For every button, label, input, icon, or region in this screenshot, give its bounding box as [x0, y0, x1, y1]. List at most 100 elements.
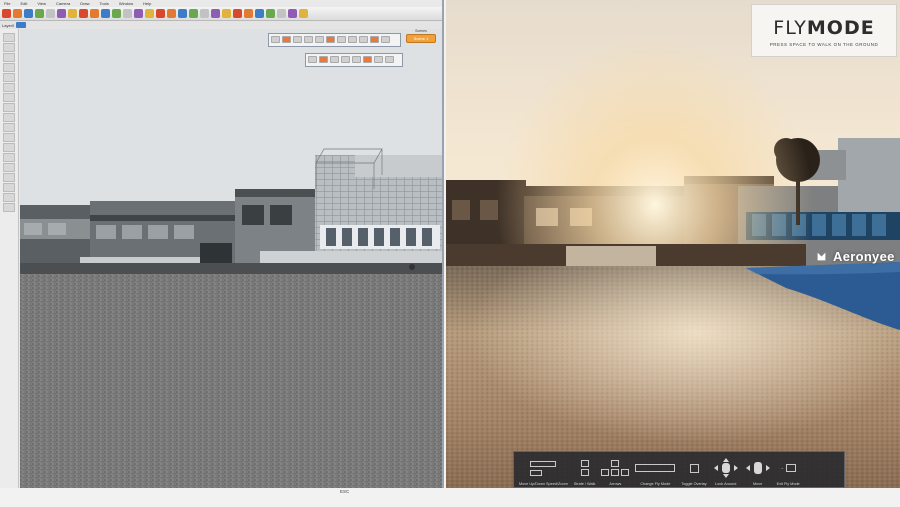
- menu-item[interactable]: View: [37, 0, 46, 7]
- control-caption: Look Around: [715, 482, 737, 486]
- wasd-keys-icon: [580, 456, 589, 480]
- pan-icon[interactable]: [167, 9, 176, 18]
- walk-icon[interactable]: [233, 9, 242, 18]
- escape-key-icon: →: [780, 456, 797, 480]
- menu-item[interactable]: File: [4, 0, 10, 7]
- dialog-tool-button[interactable]: [282, 36, 291, 43]
- bottom-caption: ESC: [340, 489, 350, 494]
- arc-icon[interactable]: [46, 9, 55, 18]
- menu-item[interactable]: Draw: [80, 0, 89, 7]
- menu-item[interactable]: Camera: [56, 0, 70, 7]
- fog-icon[interactable]: [288, 9, 297, 18]
- zoom-extents-icon[interactable]: [189, 9, 198, 18]
- layer-dropdown-button[interactable]: [16, 22, 27, 28]
- palette-tool-button[interactable]: [3, 113, 15, 122]
- rotate-icon[interactable]: [90, 9, 99, 18]
- zoom-icon[interactable]: [178, 9, 187, 18]
- control-caption: Arrows: [609, 482, 622, 486]
- dialog-tool-button[interactable]: [359, 36, 368, 43]
- control-caption: Move Up/Down Speed/Zoom: [519, 482, 568, 486]
- dialog-tool-button[interactable]: [304, 36, 313, 43]
- palette-tool-button[interactable]: [3, 133, 15, 142]
- pencil-icon[interactable]: [24, 9, 33, 18]
- offset-icon[interactable]: [112, 9, 121, 18]
- dialog-tool-button[interactable]: [293, 36, 302, 43]
- push-pull-icon[interactable]: [68, 9, 77, 18]
- palette-tool-button[interactable]: [3, 73, 15, 82]
- palette-tool-button[interactable]: [3, 193, 15, 202]
- menu-item[interactable]: Window: [119, 0, 133, 7]
- camera-icon[interactable]: [222, 9, 231, 18]
- orbit-icon[interactable]: [156, 9, 165, 18]
- dialog-tool-button[interactable]: [337, 36, 346, 43]
- brand-mark-icon: [814, 248, 830, 264]
- render-icon[interactable]: [211, 9, 220, 18]
- control-group-arrows: Arrows: [601, 456, 630, 486]
- control-group-exit: → Exit Fly Mode: [777, 456, 800, 486]
- palette-tool-button[interactable]: [3, 143, 15, 152]
- dialog-tool-button[interactable]: [271, 36, 280, 43]
- palette-tool-button[interactable]: [3, 63, 15, 72]
- styles-icon[interactable]: [266, 9, 275, 18]
- palette-tool-button[interactable]: [3, 93, 15, 102]
- section-icon[interactable]: [200, 9, 209, 18]
- dialog-tool-button[interactable]: [352, 56, 361, 63]
- dialog-tool-button[interactable]: [308, 56, 317, 63]
- dialog-tool-button[interactable]: [385, 56, 394, 63]
- look-around-icon[interactable]: [244, 9, 253, 18]
- control-caption: Toggle Overlay: [681, 482, 707, 486]
- arrow-keys-icon: [601, 456, 630, 480]
- move-icon[interactable]: [79, 9, 88, 18]
- palette-tool-button[interactable]: [3, 103, 15, 112]
- dialog-tool-button[interactable]: [348, 36, 357, 43]
- tape-measure-icon[interactable]: [123, 9, 132, 18]
- palette-tool-button[interactable]: [3, 163, 15, 172]
- scene-tab[interactable]: Scene 1: [406, 34, 436, 43]
- mouse-move-icon: [745, 456, 771, 480]
- palette-tool-button[interactable]: [3, 43, 15, 52]
- toolbar-dialog-1[interactable]: [268, 33, 401, 47]
- control-group-strafe: Strafe / Walk: [574, 456, 595, 486]
- palette-tool-button[interactable]: [3, 53, 15, 62]
- eraser-icon[interactable]: [13, 9, 22, 18]
- dialog-tool-button[interactable]: [330, 56, 339, 63]
- palette-tool-button[interactable]: [3, 153, 15, 162]
- controls-overlay: Move Up/Down Speed/Zoom Strafe / Walk Ar…: [513, 451, 845, 488]
- model-viewport-canvas: [20, 29, 442, 488]
- control-group-overlay: Toggle Overlay: [681, 456, 707, 486]
- dialog-tool-button[interactable]: [370, 36, 379, 43]
- dialog-tool-button[interactable]: [326, 36, 335, 43]
- toolbar-dialog-2[interactable]: [305, 53, 403, 67]
- position-camera-icon[interactable]: [255, 9, 264, 18]
- layer-label: Layer0: [2, 22, 15, 28]
- control-caption: Exit Fly Mode: [776, 482, 800, 486]
- palette-tool-button[interactable]: [3, 33, 15, 42]
- dialog-tool-button[interactable]: [319, 56, 328, 63]
- mouse-keys-icon: [530, 456, 557, 480]
- line-icon[interactable]: [35, 9, 44, 18]
- dialog-tool-button[interactable]: [381, 36, 390, 43]
- dialog-tool-button[interactable]: [341, 56, 350, 63]
- left-tool-palette: [0, 29, 19, 488]
- dialog-tool-button[interactable]: [374, 56, 383, 63]
- palette-tool-button[interactable]: [3, 183, 15, 192]
- model-viewport[interactable]: [20, 29, 442, 488]
- palette-tool-button[interactable]: [3, 123, 15, 132]
- text-icon[interactable]: [134, 9, 143, 18]
- select-icon[interactable]: [2, 9, 11, 18]
- dialog-tool-button[interactable]: [363, 56, 372, 63]
- split-screen-stage: File Edit View Camera Draw Tools Window Help La…: [0, 0, 900, 507]
- paint-bucket-icon[interactable]: [145, 9, 154, 18]
- shadows-icon[interactable]: [277, 9, 286, 18]
- palette-tool-button[interactable]: [3, 83, 15, 92]
- menu-item[interactable]: Help: [143, 0, 151, 7]
- palette-tool-button[interactable]: [3, 173, 15, 182]
- rectangle-icon[interactable]: [57, 9, 66, 18]
- menu-item[interactable]: Tools: [100, 0, 109, 7]
- control-group-move: Move Up/Down Speed/Zoom: [519, 456, 568, 486]
- dialog-tool-button[interactable]: [315, 36, 324, 43]
- palette-tool-button[interactable]: [3, 203, 15, 212]
- layers-icon[interactable]: [299, 9, 308, 18]
- scale-icon[interactable]: [101, 9, 110, 18]
- menu-item[interactable]: Edit: [20, 0, 27, 7]
